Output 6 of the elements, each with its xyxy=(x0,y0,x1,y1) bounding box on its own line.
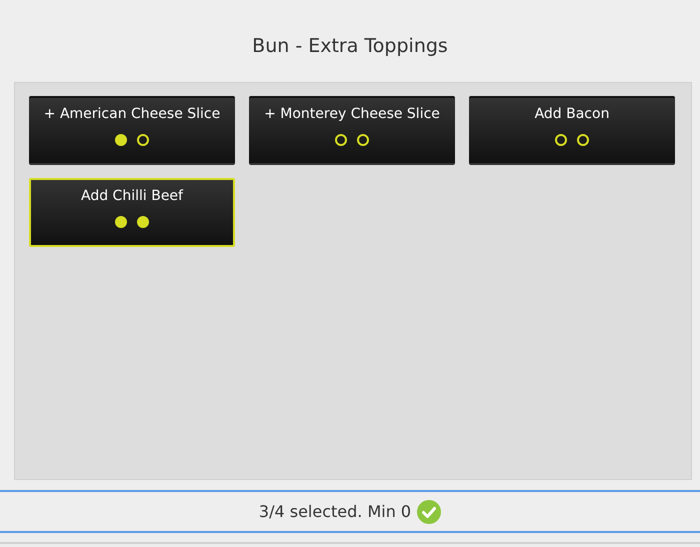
selection-status: 3/4 selected. Min 0 xyxy=(258,502,412,521)
dialog-title: Bun - Extra Toppings xyxy=(251,34,449,59)
topping-button[interactable]: Add Chilli Beef xyxy=(29,178,235,247)
topping-button[interactable]: + American Cheese Slice xyxy=(29,96,235,165)
topping-button[interactable]: Add Bacon xyxy=(469,96,675,165)
topping-button[interactable]: + Monterey Cheese Slice xyxy=(249,96,455,165)
